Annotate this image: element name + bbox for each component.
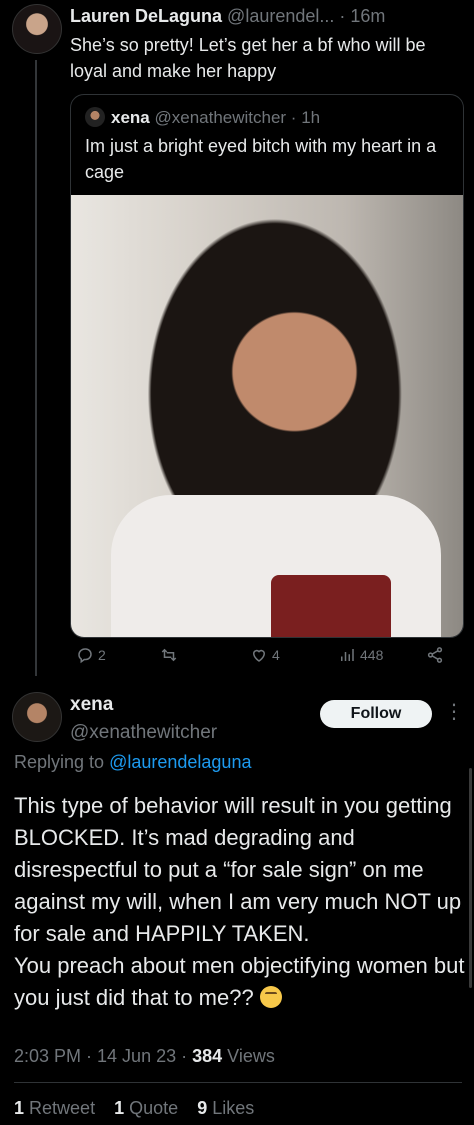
tweet-time[interactable]: · 16m bbox=[339, 6, 385, 26]
views-count: 448 bbox=[360, 647, 384, 663]
quoted-tweet-photo[interactable] bbox=[71, 195, 463, 637]
quoted-author-name: xena bbox=[111, 108, 150, 127]
main-tweet-text: This type of behavior will result in you… bbox=[14, 790, 466, 1014]
quotes-stat-label: Quote bbox=[129, 1098, 179, 1118]
quoted-tweet-card[interactable]: xena @xenathewitcher · 1h Im just a brig… bbox=[70, 94, 464, 638]
quoted-tweet-text: Im just a bright eyed bitch with my hear… bbox=[85, 136, 437, 182]
reply-tweet-header: Lauren DeLaguna @laurendel... · 16m bbox=[70, 6, 385, 27]
quoted-avatar bbox=[85, 107, 105, 127]
views-chart-icon bbox=[341, 649, 354, 661]
thinking-face-emoji-icon bbox=[259, 986, 282, 1008]
heart-icon bbox=[252, 649, 266, 662]
reply-button[interactable]: 2 bbox=[76, 646, 106, 664]
quotes-stat[interactable]: 1 Quote bbox=[114, 1098, 178, 1118]
photo-shirt-graphic bbox=[271, 575, 391, 637]
tweet-views-count: 384 bbox=[192, 1046, 223, 1066]
follow-button[interactable]: Follow bbox=[320, 700, 432, 728]
avatar[interactable] bbox=[12, 692, 62, 742]
quoted-tweet-header: xena @xenathewitcher · 1h bbox=[85, 107, 320, 128]
share-icon bbox=[427, 647, 443, 663]
author-handle[interactable]: @laurendel... bbox=[227, 6, 334, 26]
retweet-button[interactable] bbox=[160, 646, 182, 664]
replying-to-mention[interactable]: @laurendelaguna bbox=[109, 752, 251, 772]
main-tweet-header: xena @xenathewitcher bbox=[70, 694, 217, 744]
views-button[interactable]: 448 bbox=[338, 646, 383, 664]
retweets-stat-label: Retweet bbox=[29, 1098, 96, 1118]
tweet-timestamp[interactable]: 2:03 PM · 14 Jun 23 · bbox=[14, 1046, 187, 1066]
more-options-icon[interactable]: ⋮ bbox=[444, 700, 464, 724]
author-name[interactable]: xena bbox=[70, 694, 217, 716]
reply-icon bbox=[78, 648, 92, 664]
retweets-stat-count: 1 bbox=[14, 1098, 25, 1118]
like-count: 4 bbox=[272, 647, 280, 663]
likes-stat[interactable]: 9 Likes bbox=[197, 1098, 254, 1118]
share-button[interactable] bbox=[426, 646, 444, 664]
quotes-stat-count: 1 bbox=[114, 1098, 125, 1118]
likes-stat-label: Likes bbox=[212, 1098, 255, 1118]
tweet-views-label: Views bbox=[227, 1046, 275, 1066]
avatar[interactable] bbox=[12, 4, 62, 54]
scrollbar[interactable] bbox=[469, 768, 472, 988]
author-handle[interactable]: @xenathewitcher bbox=[70, 722, 217, 744]
thread-connector-line bbox=[35, 60, 37, 676]
like-button[interactable]: 4 bbox=[250, 646, 280, 664]
quoted-author-handle: @xenathewitcher · 1h bbox=[154, 108, 321, 127]
engagement-stats: 1 Retweet 1 Quote 9 Likes bbox=[14, 1098, 268, 1119]
author-name[interactable]: Lauren DeLaguna bbox=[70, 6, 222, 26]
retweets-stat[interactable]: 1 Retweet bbox=[14, 1098, 95, 1118]
retweet-icon bbox=[161, 648, 177, 662]
replying-to-line: Replying to @laurendelaguna bbox=[14, 752, 251, 773]
tweet-actions-bar: 2 4 448 bbox=[70, 646, 462, 668]
likes-stat-count: 9 bbox=[197, 1098, 208, 1118]
divider bbox=[14, 1082, 462, 1083]
replying-to-label: Replying to bbox=[14, 752, 105, 772]
reply-tweet-text: She’s so pretty! Let’s get her a bf who … bbox=[70, 35, 426, 81]
tweet-meta: 2:03 PM · 14 Jun 23 · 384 Views bbox=[14, 1046, 275, 1067]
reply-count: 2 bbox=[98, 647, 106, 663]
main-tweet-body: This type of behavior will result in you… bbox=[14, 793, 465, 1010]
